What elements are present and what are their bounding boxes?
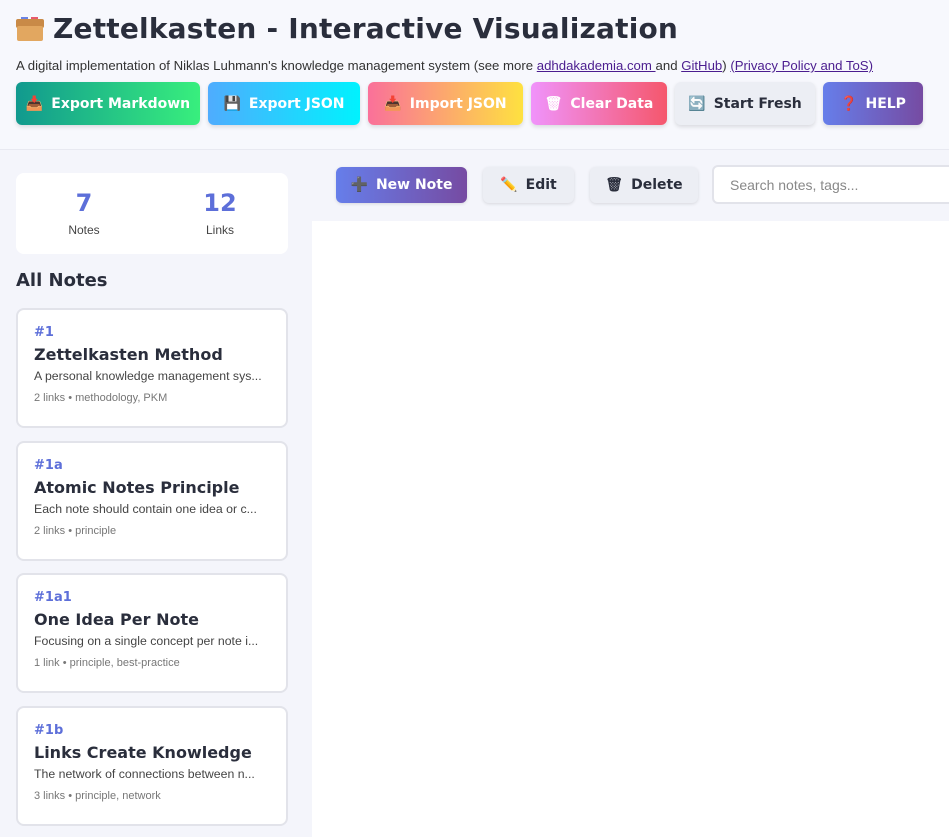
delete-button[interactable]: 🗑 Delete <box>590 167 698 203</box>
main-area: ➕ New Note ✏️ Edit 🗑 Delete <box>312 151 949 837</box>
note-card[interactable]: #1b Links Create Knowledge The network o… <box>16 706 288 826</box>
new-note-button[interactable]: ➕ New Note <box>336 167 467 203</box>
import-json-button[interactable]: 📥 Import JSON <box>368 82 523 125</box>
note-id: #1 <box>34 325 54 340</box>
note-excerpt: A personal knowledge management sys... <box>34 369 262 383</box>
page-subtitle: A digital implementation of Niklas Luhma… <box>16 58 873 73</box>
wastebasket-icon: 🗑 <box>544 95 563 112</box>
start-fresh-label: Start Fresh <box>713 95 802 112</box>
subtitle-and: and <box>655 58 682 73</box>
privacy-link[interactable]: (Privacy Policy and ToS) <box>730 58 873 73</box>
github-link[interactable]: GitHub <box>681 58 722 73</box>
note-title: Zettelkasten Method <box>34 345 223 364</box>
export-json-button[interactable]: 💾 Export JSON <box>208 82 360 125</box>
wastebasket-icon: 🗑 <box>605 177 624 193</box>
visualization-canvas[interactable] <box>312 221 949 837</box>
clear-data-button[interactable]: 🗑 Clear Data <box>531 82 667 125</box>
links-stat: 12 Links <box>152 173 288 254</box>
note-meta: 2 links • principle <box>34 525 117 537</box>
edit-button[interactable]: ✏️ Edit <box>483 167 574 203</box>
note-excerpt: The network of connections between n... <box>34 767 255 781</box>
import-json-label: Import JSON <box>409 95 507 112</box>
start-fresh-button[interactable]: 🔄 Start Fresh <box>675 82 815 125</box>
note-card[interactable]: #1a1 One Idea Per Note Focusing on a sin… <box>16 573 288 693</box>
subtitle-text: A digital implementation of Niklas Luhma… <box>16 58 537 73</box>
note-card[interactable]: #1a Atomic Notes Principle Each note sho… <box>16 441 288 561</box>
note-actions: ➕ New Note ✏️ Edit 🗑 Delete <box>336 167 698 203</box>
new-note-label: New Note <box>375 177 453 193</box>
page-title: Zettelkasten - Interactive Visualization <box>53 12 679 45</box>
clear-data-label: Clear Data <box>570 95 654 112</box>
sidebar: 7 Notes 12 Links All Notes #1 Zettelkast… <box>0 151 312 837</box>
export-markdown-button[interactable]: 📥 Export Markdown <box>16 82 200 125</box>
links-count: 12 <box>203 189 237 217</box>
help-label: HELP <box>865 95 906 112</box>
inbox-tray-icon: 📥 <box>384 95 402 112</box>
help-button[interactable]: ❓ HELP <box>823 82 923 125</box>
delete-label: Delete <box>631 177 683 193</box>
notes-count-label: Notes <box>68 223 100 237</box>
note-title: One Idea Per Note <box>34 610 199 629</box>
app-header: Zettelkasten - Interactive Visualization… <box>0 0 949 150</box>
plus-icon: ➕ <box>350 177 368 193</box>
note-meta: 2 links • methodology, PKM <box>34 392 168 404</box>
note-excerpt: Focusing on a single concept per note i.… <box>34 634 259 648</box>
links-count-label: Links <box>205 223 234 237</box>
note-card[interactable]: #1 Zettelkasten Method A personal knowle… <box>16 308 288 428</box>
refresh-icon: 🔄 <box>688 95 706 112</box>
note-id: #1a1 <box>34 590 72 605</box>
adhdakademia-link[interactable]: adhdakademia.com <box>537 58 656 73</box>
note-id: #1b <box>34 723 64 738</box>
edit-label: Edit <box>525 177 557 193</box>
note-meta: 1 link • principle, best-practice <box>34 657 180 669</box>
toolbar: 📥 Export Markdown 💾 Export JSON 📥 Import… <box>16 82 923 125</box>
pencil-icon: ✏️ <box>500 177 518 193</box>
card-file-box-icon <box>16 16 44 41</box>
title-row: Zettelkasten - Interactive Visualization <box>16 12 678 45</box>
floppy-disk-icon: 💾 <box>223 95 241 112</box>
note-title: Links Create Knowledge <box>34 743 252 762</box>
note-meta: 3 links • principle, network <box>34 790 161 802</box>
search-input[interactable] <box>712 165 949 204</box>
question-mark-icon: ❓ <box>840 95 858 112</box>
all-notes-heading: All Notes <box>16 270 108 291</box>
notes-stat: 7 Notes <box>16 173 152 254</box>
note-title: Atomic Notes Principle <box>34 478 240 497</box>
stats-panel: 7 Notes 12 Links <box>16 173 288 254</box>
export-markdown-label: Export Markdown <box>51 95 191 112</box>
inbox-tray-icon: 📥 <box>25 95 44 112</box>
note-id: #1a <box>34 458 63 473</box>
export-json-label: Export JSON <box>248 95 345 112</box>
notes-count: 7 <box>75 189 93 217</box>
note-excerpt: Each note should contain one idea or c..… <box>34 502 257 516</box>
